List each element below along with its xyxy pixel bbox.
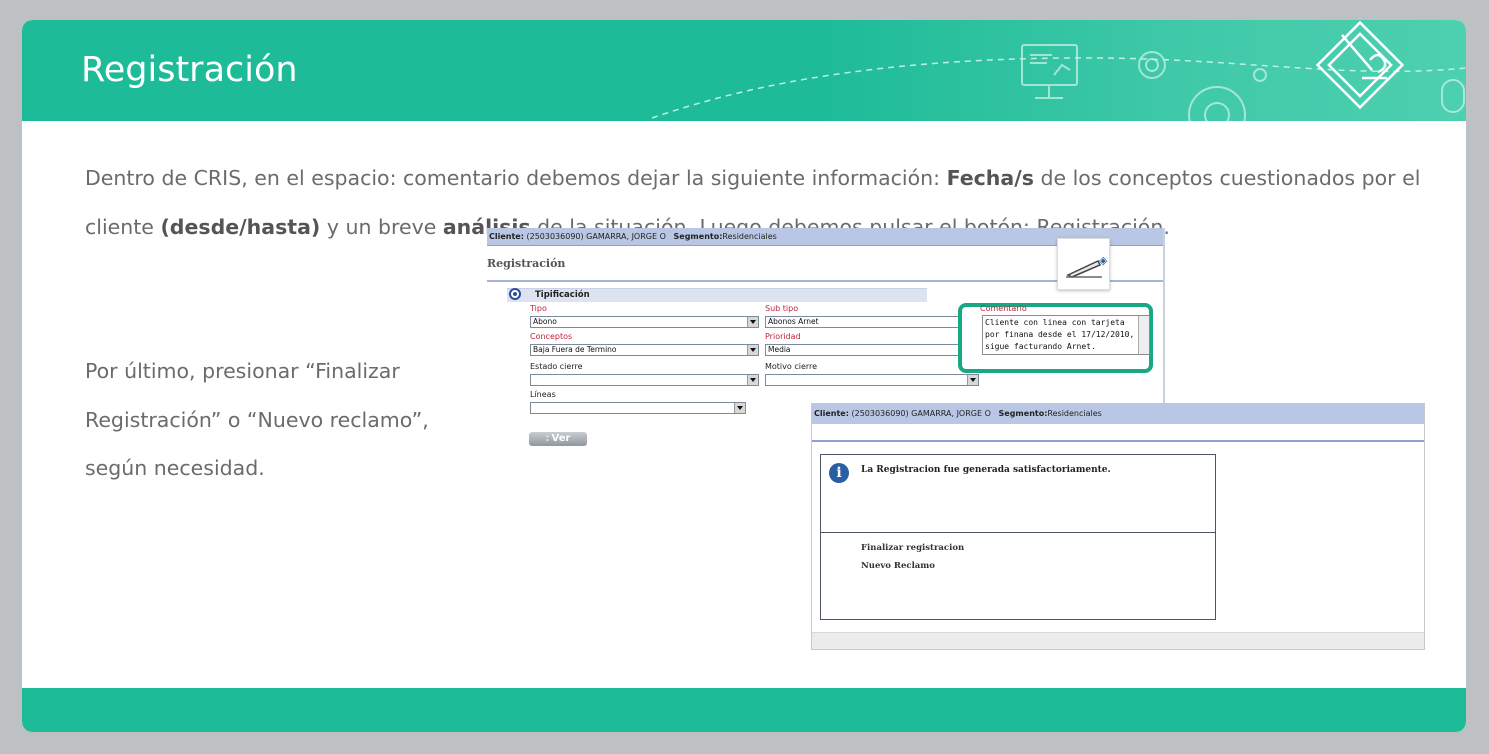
footer-bar bbox=[22, 688, 1466, 732]
conceptos-label: Conceptos bbox=[530, 332, 573, 341]
comentario-textarea[interactable]: Cliente con linea con tarjeta por finana… bbox=[982, 315, 1150, 355]
header-bar: Registración bbox=[22, 20, 1466, 121]
nuevo-reclamo-link[interactable]: Nuevo Reclamo bbox=[861, 561, 935, 571]
ver-button[interactable]: : Ver bbox=[529, 432, 587, 446]
conceptos-select[interactable]: Baja Fuera de Termino bbox=[530, 344, 759, 356]
slide-title: Registración bbox=[81, 50, 298, 90]
tipo-value: Abono bbox=[533, 317, 557, 326]
prioridad-value: Media bbox=[768, 345, 791, 354]
motivo-cierre-select[interactable] bbox=[765, 374, 979, 386]
chevron-down-icon bbox=[747, 375, 758, 385]
instruction-bold-fecha: Fecha/s bbox=[946, 166, 1034, 190]
button-dot-icon: : bbox=[545, 433, 550, 444]
ver-label: Ver bbox=[551, 433, 571, 444]
tipo-label: Tipo bbox=[530, 304, 547, 313]
segment-label: Segmento: bbox=[673, 232, 723, 241]
estado-cierre-label: Estado cierre bbox=[530, 362, 583, 371]
collapse-icon[interactable] bbox=[509, 288, 521, 300]
client-label: Cliente: bbox=[814, 409, 849, 418]
client-value: (2503036090) GAMARRA, JORGE O bbox=[851, 409, 991, 418]
refresh-icon[interactable]: ◈ bbox=[1099, 254, 1113, 268]
subtipo-label: Sub tipo bbox=[765, 304, 799, 313]
textarea-scrollbar[interactable] bbox=[1138, 316, 1149, 354]
subtipo-value: Abonos Arnet bbox=[768, 317, 819, 326]
status-bar bbox=[812, 632, 1424, 649]
instruction-bold-desde-hasta: (desde/hasta) bbox=[160, 215, 321, 239]
comentario-label: Comentario bbox=[980, 304, 1027, 313]
chevron-down-icon bbox=[967, 375, 978, 385]
client-label: Cliente: bbox=[489, 232, 524, 241]
prioridad-label: Prioridad bbox=[765, 332, 801, 341]
segment-value: Residenciales bbox=[1047, 409, 1102, 418]
comentario-value: Cliente con linea con tarjeta por finana… bbox=[985, 318, 1135, 351]
chevron-down-icon bbox=[747, 345, 758, 355]
tipo-select[interactable]: Abono bbox=[530, 316, 759, 328]
divider bbox=[821, 532, 1215, 533]
chevron-down-icon bbox=[747, 317, 758, 327]
estado-cierre-select[interactable] bbox=[530, 374, 759, 386]
chevron-down-icon bbox=[734, 403, 745, 413]
final-instruction-paragraph: Por último, presionar “Finalizar Registr… bbox=[85, 359, 429, 480]
client-bar: Cliente: (2503036090) GAMARRA, JORGE O S… bbox=[812, 404, 1424, 424]
client-value: (2503036090) GAMARRA, JORGE O bbox=[526, 232, 666, 241]
confirmation-box: i La Registracion fue generada satisfact… bbox=[820, 454, 1216, 620]
instruction-text-1: Dentro de CRIS, en el espacio: comentari… bbox=[85, 166, 947, 190]
finalizar-registracion-link[interactable]: Finalizar registracion bbox=[861, 543, 964, 553]
confirmation-screenshot: Cliente: (2503036090) GAMARRA, JORGE O S… bbox=[811, 403, 1425, 650]
divider bbox=[812, 440, 1424, 442]
conceptos-value: Baja Fuera de Termino bbox=[533, 345, 617, 354]
lineas-label: Líneas bbox=[530, 390, 556, 399]
success-message: La Registracion fue generada satisfactor… bbox=[861, 465, 1111, 475]
segment-value: Residenciales bbox=[722, 232, 777, 241]
lineas-select[interactable] bbox=[530, 402, 746, 414]
info-icon: i bbox=[829, 463, 849, 483]
subtipo-select[interactable]: Abonos Arnet bbox=[765, 316, 973, 328]
prioridad-select[interactable]: Media bbox=[765, 344, 973, 356]
segment-label: Segmento: bbox=[998, 409, 1048, 418]
tipificacion-header: Tipificación bbox=[507, 288, 927, 302]
header-decoration-icons bbox=[651, 20, 1466, 121]
instruction-text-3: y un breve bbox=[320, 215, 443, 239]
motivo-cierre-label: Motivo cierre bbox=[765, 362, 818, 371]
